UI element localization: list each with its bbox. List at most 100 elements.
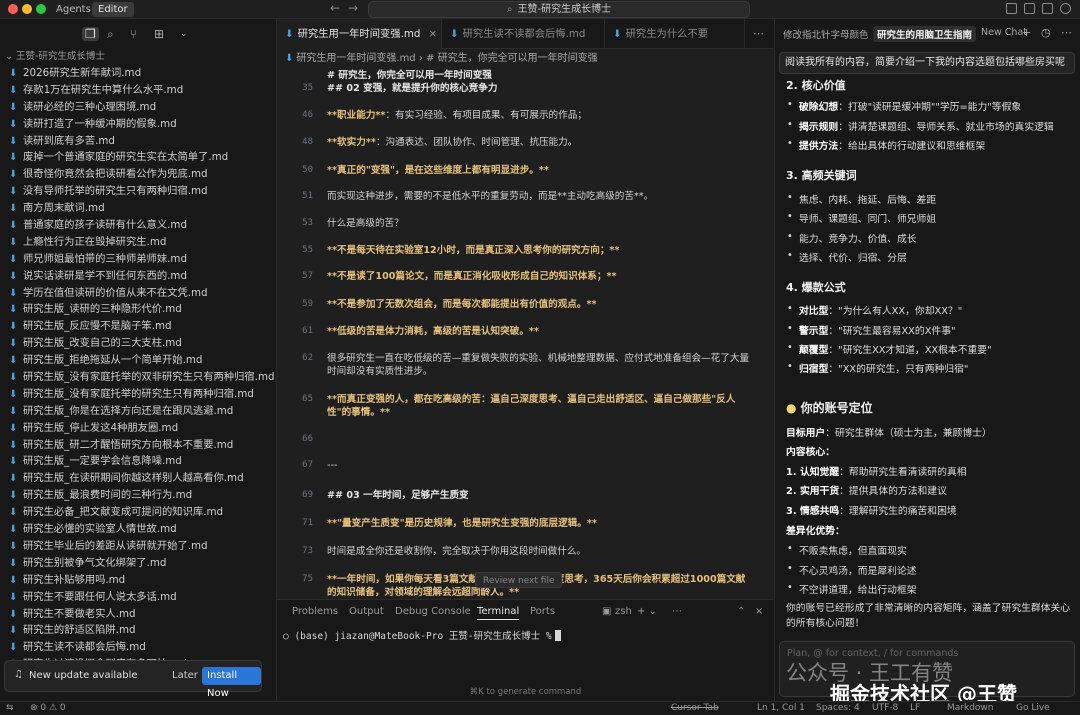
close-tab-icon[interactable]: × [428, 28, 437, 40]
more-icon[interactable]: ⋯ [1061, 26, 1072, 39]
later-button[interactable]: Later [172, 670, 198, 681]
file-item[interactable]: ⬇ 很奇怪你竟然会把读研看公作为兜底.md [0, 166, 277, 183]
encoding[interactable]: UTF-8 [872, 703, 898, 713]
file-item[interactable]: ⬇ 南方周末献词.md [0, 200, 277, 217]
close-window-button[interactable] [8, 4, 18, 14]
file-item[interactable]: ⬇ 废掉一个普通家庭的研究生实在太简单了.md [0, 149, 277, 166]
extensions-icon[interactable]: ⊞ [154, 27, 164, 41]
file-item[interactable]: ⬇ 研究生必懂的实验室人情世故.md [0, 521, 277, 538]
file-item[interactable]: ⬇ 研究生版_反应慢不是脑子笨.md [0, 318, 277, 335]
file-item[interactable]: ⬇ 研究生不要做老实人.md [0, 606, 277, 623]
file-item[interactable]: ⬇ 研究生版_没有家庭托举的双非研究生只有两种归宿.md [0, 369, 277, 386]
history-icon[interactable]: ◷ [1041, 26, 1051, 39]
file-item[interactable]: ⬇ 读研必经的三种心理困境.md [0, 99, 277, 116]
file-item[interactable]: ⬇ 研究生读不读都会后悔.md [0, 639, 277, 656]
file-item[interactable]: ⬇ 研究生版_一定要学会信息降噪.md [0, 453, 277, 470]
file-item[interactable]: ⬇ 研究生版_最浪费时间的三种行为.md [0, 487, 277, 504]
language-mode[interactable]: Markdown [947, 703, 993, 713]
file-item[interactable]: ⬇ 研究生版_在读研期间你越这样别人越高看你.md [0, 470, 277, 487]
problems-count[interactable]: ⊗ 0 ⚠ 0 [30, 703, 66, 713]
file-item[interactable]: ⬇ 研究生补贴够用吗.md [0, 572, 277, 589]
file-name: 研究生版_读研的三种隐形代价.md [23, 303, 182, 316]
tab-ports[interactable]: Ports [530, 606, 555, 617]
shell-name[interactable]: zsh [615, 606, 632, 617]
chat-input[interactable]: Plan, @ for context, / for commands 公众号 … [779, 641, 1075, 706]
back-arrow-icon[interactable]: ← [330, 1, 340, 15]
file-item[interactable]: ⬇ 学历在值但读研的价值从来不在文凭.md [0, 285, 277, 302]
search-icon[interactable]: ⌕ [107, 27, 114, 42]
indentation[interactable]: Spaces: 4 [816, 703, 860, 713]
cursor-position[interactable]: Ln 1, Col 1 [757, 703, 805, 713]
file-item[interactable]: ⬇ 说实话读研是学不到任何东西的.md [0, 268, 277, 285]
file-item[interactable]: ⬇ 研究生别被争气文化绑架了.md [0, 555, 277, 572]
chat-tab[interactable]: 修改指北针字母颜色 [783, 27, 869, 41]
install-now-button[interactable]: Install Now [202, 667, 261, 699]
file-item[interactable]: ⬇ 研究生版_你是在选择方向还是在跟风逃避.md [0, 403, 277, 420]
minimize-window-button[interactable] [22, 4, 32, 14]
user-message[interactable]: 阅读我所有的内容，简要介绍一下我的内容选题包括哪些房买呢 [779, 52, 1075, 74]
file-item[interactable]: ⬇ 师兄师姐最怕带的三种师弟师妹.md [0, 251, 277, 268]
tab-terminal[interactable]: Terminal [477, 606, 520, 620]
file-item[interactable]: ⬇ 普通家庭的孩子读研有什么意义.md [0, 217, 277, 234]
chat-tab-active[interactable]: 研究生的用脑卫生指南 [873, 26, 977, 42]
editor-tab[interactable]: ⬇ 研究生为什么不要 [605, 19, 745, 49]
file-item[interactable]: ⬇ 读研打造了一种缓冲期的假象.md [0, 116, 277, 133]
breadcrumb-heading[interactable]: # 研究生，你完全可以用一年时间变强 [426, 53, 598, 64]
line-text: **职业能力**：有实习经验、有项目成果、有可展示的作品； [327, 110, 587, 121]
tab-output[interactable]: Output [349, 606, 384, 617]
file-item[interactable]: ⬇ 存款1万在研究生中算什么水平.md [0, 82, 277, 99]
file-item[interactable]: ⬇ 2026研究生新年献词.md [0, 65, 277, 82]
mode-tab-agents[interactable]: Agents [50, 2, 97, 17]
toggle-sidebar-icon[interactable] [1006, 3, 1017, 14]
file-item[interactable]: ⬇ 读研到底有多苦.md [0, 133, 277, 150]
chevron-down-icon[interactable]: ⌄ [180, 29, 188, 39]
file-item[interactable]: ⬇ 研究生版_读研的三种隐形代价.md [0, 301, 277, 318]
tab-debug-console[interactable]: Debug Console [395, 606, 471, 617]
workspace-root-folder[interactable]: ⌄ 王赞-研究生成长博士 [0, 49, 276, 65]
chat-tab-new[interactable]: New Chat [981, 27, 1027, 38]
settings-gear-icon[interactable] [1060, 3, 1071, 14]
file-item[interactable]: ⬇ 研究生不要跟任何人说太多话.md [0, 589, 277, 606]
toggle-panel-icon[interactable] [1024, 3, 1035, 14]
file-item[interactable]: ⬇ 研究生必备_把文献变成可提问的知识库.md [0, 504, 277, 521]
go-live-button[interactable]: Go Live [1016, 703, 1050, 713]
file-item[interactable]: ⬇ 研究生版_改变自己的三大支柱.md [0, 335, 277, 352]
editor-tab-active[interactable]: ⬇ 研究生用一年时间变强.md × [277, 19, 442, 49]
more-actions-icon[interactable]: ⋯ [672, 606, 682, 617]
close-panel-icon[interactable]: × [755, 606, 763, 617]
file-item[interactable]: ⬇ 研究生毕业后的差距从读研就开始了.md [0, 538, 277, 555]
review-next-file-button[interactable]: Review next file [475, 572, 563, 588]
breadcrumb-file[interactable]: 研究生用一年时间变强.md [296, 53, 415, 64]
maximize-window-button[interactable] [36, 4, 46, 14]
new-terminal-icon[interactable]: + ⌄ [637, 606, 657, 617]
source-control-icon[interactable]: ⑂ [130, 27, 137, 41]
editor-tab[interactable]: ⬇ 研究生读不读都会后悔.md [442, 19, 605, 49]
markdown-file-icon: ⬇ [9, 169, 18, 181]
file-item[interactable]: ⬇ 研究生版_拒绝拖延从一个简单开始.md [0, 352, 277, 369]
line-text: **不是每天待在实验室12小时，而是真正深入思考你的研究方向；** [327, 245, 620, 256]
markdown-file-icon: ⬇ [9, 422, 18, 434]
chevron-up-icon[interactable]: ⌃ [737, 606, 745, 617]
new-chat-icon[interactable]: + [1022, 26, 1031, 39]
file-item[interactable]: ⬇ 研究生版_停止发这4种朋友圈.md [0, 420, 277, 437]
terminal-prompt[interactable]: ○ (base) jiazan@MateBook-Pro 王赞-研究生成长博士 … [283, 628, 561, 642]
file-item[interactable]: ⬇ 研究生版_研二才醒悟研究方向根本不重要.md [0, 437, 277, 454]
files-icon[interactable]: ❐ [82, 27, 99, 41]
file-item[interactable]: ⬇ 上瘾性行为正在毁掉研究生.md [0, 234, 277, 251]
file-item[interactable]: ⬇ 研究生版_没有家庭托举的研究生只有两种归宿.md [0, 386, 277, 403]
extensions-icon[interactable] [1042, 3, 1053, 14]
remote-icon[interactable]: ⇆ [6, 703, 14, 713]
line-text: **低级的苦是体力消耗，高级的苦是认知突破。** [327, 326, 539, 337]
code-view[interactable]: # 研究生，你完全可以用一年时间变强 35 ## 02 变强，就是提升你的核心竞争力… [277, 69, 774, 599]
command-center-search[interactable]: ⌕ 王赞-研究生成长博士 [368, 1, 750, 18]
forward-arrow-icon[interactable]: → [348, 1, 358, 15]
tab-problems[interactable]: Problems [292, 606, 338, 617]
line-text: 而实现这种进步，需要的不是低水平的重复劳动，而是**主动吃高级的苦**。 [327, 191, 654, 202]
cursor-tab-status[interactable]: Cursor Tab [671, 703, 719, 713]
file-item[interactable]: ⬇ 没有导师托举的研究生只有两种归宿.md [0, 183, 277, 200]
file-item[interactable]: ⬇ 研究生的舒适区陷阱.md [0, 622, 277, 639]
end-of-line[interactable]: LF [910, 703, 920, 713]
mode-tab-editor[interactable]: Editor [92, 2, 134, 17]
split-editor-icon[interactable]: ⋯ [753, 27, 764, 40]
file-name: 上瘾性行为正在毁掉研究生.md [23, 235, 167, 248]
